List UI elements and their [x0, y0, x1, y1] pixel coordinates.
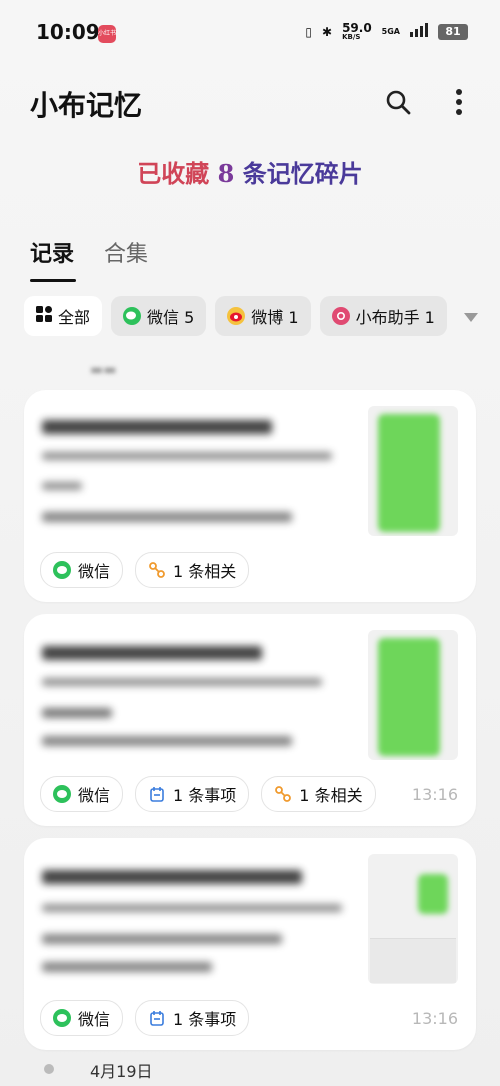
vibrate-icon: ▯ [305, 24, 312, 39]
status-bar: 10:09 小红书 ▯ ✱ 59.0 KB/S 5GA 81 [0, 0, 500, 64]
timeline-dot [44, 1064, 54, 1074]
tag-related[interactable]: 1 条相关 [135, 552, 250, 588]
memory-card[interactable]: 微信 1 条相关 [24, 390, 476, 602]
filter-assistant[interactable]: 小布助手 1 [319, 296, 447, 336]
filter-label: 全部 [58, 308, 91, 327]
screenshot-thumbnail[interactable] [368, 406, 458, 536]
filter-weibo[interactable]: 微博 1 [215, 296, 311, 336]
card-time: 13:16 [411, 785, 458, 804]
date-header-blurred: ▬▬ [90, 362, 117, 378]
battery-icon: 81 [438, 23, 468, 40]
assistant-icon [331, 307, 350, 325]
summary-count: 8 [217, 159, 235, 188]
page-title: 小布记忆 [30, 89, 143, 122]
summary-prefix: 已收藏 [137, 159, 210, 188]
tag-label: 微信 [78, 562, 111, 581]
filter-all[interactable]: 全部 [24, 296, 103, 336]
weibo-icon [227, 307, 246, 325]
app-badge-label: 小红书 [98, 30, 117, 37]
link-icon [274, 785, 292, 803]
search-icon[interactable] [382, 86, 414, 118]
calendar-icon [148, 785, 166, 803]
more-vertical-icon[interactable] [443, 86, 475, 118]
card-time: 13:16 [411, 1009, 458, 1028]
tag-related[interactable]: 1 条相关 [261, 776, 376, 812]
collected-summary: 已收藏 8 条记忆碎片 [0, 154, 500, 189]
battery-level: 81 [445, 25, 461, 38]
tag-source-wechat[interactable]: 微信 [40, 776, 124, 812]
tag-todo[interactable]: 1 条事项 [135, 776, 250, 812]
tag-label: 1 条相关 [173, 562, 237, 581]
network-type: 5GA [381, 27, 400, 36]
filter-bar: 全部 微信 5 微博 1 小布助手 1 [24, 296, 447, 336]
tag-source-wechat[interactable]: 微信 [40, 552, 124, 588]
app-header: 小布记忆 [0, 78, 500, 130]
card-tags: 微信 1 条事项 [40, 1000, 250, 1036]
grid-icon [36, 306, 52, 326]
card-tags: 微信 1 条相关 [40, 552, 250, 588]
net-speed: 59.0 KB/S [342, 22, 372, 41]
tag-label: 1 条事项 [173, 786, 237, 805]
tag-label: 1 条事项 [173, 1010, 237, 1029]
tab-records[interactable]: 记录 [30, 236, 77, 282]
card-content-blurred [42, 636, 362, 756]
wechat-icon [53, 785, 71, 803]
tag-todo[interactable]: 1 条事项 [135, 1000, 250, 1036]
tag-label: 1 条相关 [299, 786, 363, 805]
summary-suffix: 条记忆碎片 [242, 159, 363, 188]
link-icon [148, 561, 166, 579]
filter-wechat[interactable]: 微信 5 [111, 296, 207, 336]
memory-card[interactable]: 微信 1 条事项 13:16 [24, 838, 476, 1050]
status-time: 10:09 [36, 20, 100, 44]
bluetooth-icon: ✱ [322, 24, 333, 39]
card-content-blurred [42, 860, 362, 980]
net-speed-unit: KB/S [342, 33, 361, 41]
screenshot-thumbnail[interactable] [368, 630, 458, 760]
wechat-icon [123, 307, 142, 325]
tab-collections[interactable]: 合集 [104, 236, 148, 268]
calendar-icon [148, 1009, 166, 1027]
screenshot-thumbnail[interactable] [368, 854, 458, 984]
tab-bar: 记录 合集 [30, 236, 148, 282]
memory-card[interactable]: 微信 1 条事项 1 条相关 13:16 [24, 614, 476, 826]
filter-label: 微博 1 [251, 308, 299, 327]
date-header: 4月19日 [90, 1062, 153, 1081]
tag-label: 微信 [78, 786, 111, 805]
filter-label: 微信 5 [147, 308, 195, 327]
signal-icon [410, 23, 428, 40]
status-right: ▯ ✱ 59.0 KB/S 5GA 81 [305, 22, 468, 41]
wechat-icon [53, 561, 71, 579]
chevron-down-icon[interactable] [464, 308, 478, 327]
tag-source-wechat[interactable]: 微信 [40, 1000, 124, 1036]
card-content-blurred [42, 412, 362, 532]
card-tags: 微信 1 条事项 1 条相关 [40, 776, 376, 812]
xiaohongshu-badge-icon: 小红书 [98, 25, 116, 43]
filter-label: 小布助手 1 [355, 308, 435, 327]
tag-label: 微信 [78, 1010, 111, 1029]
wechat-icon [53, 1009, 71, 1027]
